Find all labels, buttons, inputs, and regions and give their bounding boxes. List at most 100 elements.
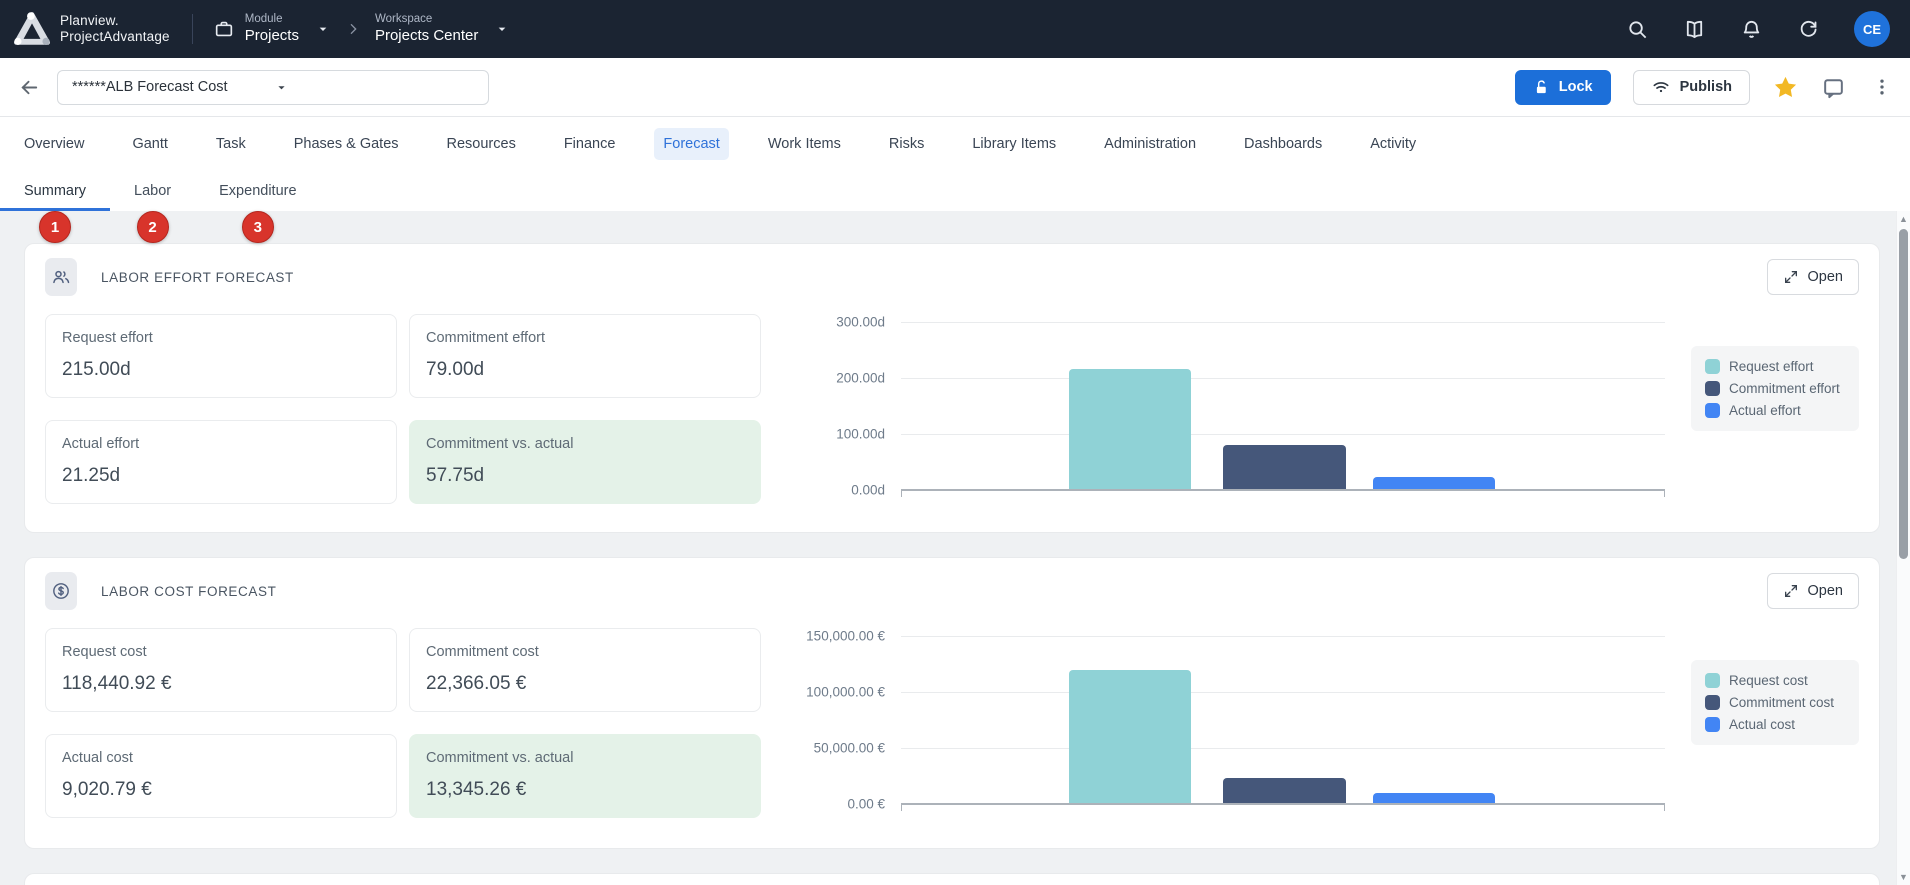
user-avatar[interactable]: CE xyxy=(1854,11,1890,47)
tab-overview[interactable]: Overview xyxy=(0,136,108,152)
refresh-icon[interactable] xyxy=(1797,18,1820,41)
tab-dashboards[interactable]: Dashboards xyxy=(1220,136,1346,152)
stat-tile-commitment-effort: Commitment effort79.00d xyxy=(409,314,761,398)
tab-label: Risks xyxy=(880,128,933,160)
next-card-partial xyxy=(24,873,1880,885)
x-axis-line xyxy=(901,489,1665,491)
bar-commitment-cost xyxy=(1223,778,1345,803)
stat-label: Commitment cost xyxy=(426,644,744,660)
stat-value: 57.75d xyxy=(426,465,744,487)
tab-risks[interactable]: Risks xyxy=(865,136,948,152)
workspace-switcher[interactable]: Workspace Projects Center xyxy=(375,13,510,46)
gridline xyxy=(901,636,1665,637)
y-tick-label: 150,000.00 € xyxy=(806,629,885,644)
labor-cost-forecast-card: LABOR COST FORECAST Open Request cost118… xyxy=(24,557,1880,849)
comments-icon[interactable] xyxy=(1821,75,1846,100)
publish-button[interactable]: Publish xyxy=(1633,70,1750,105)
y-tick-label: 0.00 € xyxy=(847,797,885,812)
scroll-down-icon[interactable]: ▼ xyxy=(1897,872,1910,882)
tab-finance[interactable]: Finance xyxy=(540,136,640,152)
forecast-subtab-bar: Summary1Labor2Expenditure3 xyxy=(0,171,1910,211)
bar-actual-effort xyxy=(1373,477,1495,489)
stat-tile-actual-effort: Actual effort21.25d xyxy=(45,420,397,504)
lock-button[interactable]: Lock xyxy=(1515,70,1611,105)
tab-task[interactable]: Task xyxy=(192,136,270,152)
brand-line2: ProjectAdvantage xyxy=(60,29,170,45)
y-tick-label: 100,000.00 € xyxy=(806,685,885,700)
tab-resources[interactable]: Resources xyxy=(423,136,540,152)
module-switcher[interactable]: Module Projects xyxy=(213,13,331,46)
documentation-book-icon[interactable] xyxy=(1683,18,1706,41)
stat-value: 9,020.79 € xyxy=(62,779,380,801)
y-tick-label: 200.00d xyxy=(836,371,885,386)
gridline xyxy=(901,748,1665,749)
tab-label: Activity xyxy=(1361,128,1425,160)
stat-value: 13,345.26 € xyxy=(426,779,744,801)
scroll-up-icon[interactable]: ▲ xyxy=(1897,214,1910,224)
workspace-value: Projects Center xyxy=(375,27,478,46)
x-axis-line xyxy=(901,803,1665,805)
legend-item-commitment-effort: Commitment effort xyxy=(1705,381,1845,396)
labor-effort-forecast-card: LABOR EFFORT FORECAST Open Request effor… xyxy=(24,243,1880,533)
subtab-label: Expenditure xyxy=(219,183,296,199)
tab-activity[interactable]: Activity xyxy=(1346,136,1440,152)
subtab-expenditure[interactable]: Expenditure3 xyxy=(195,171,320,211)
project-selector[interactable]: ******ALB Forecast Cost xyxy=(57,70,489,105)
legend-item-request-effort: Request effort xyxy=(1705,359,1845,374)
bar-request-effort xyxy=(1069,369,1191,489)
unlock-icon xyxy=(1533,79,1550,96)
tab-work-items[interactable]: Work Items xyxy=(744,136,865,152)
planview-logo[interactable]: Planview. ProjectAdvantage xyxy=(14,11,170,47)
stat-tile-actual-cost: Actual cost 9,020.79 € xyxy=(45,734,397,818)
tab-phases-gates[interactable]: Phases & Gates xyxy=(270,136,423,152)
chart-plot-area xyxy=(901,322,1665,490)
stat-tile-commitment-vs-actual: Commitment vs. actual57.75d xyxy=(409,420,761,504)
module-tab-bar: OverviewGanttTaskPhases & GatesResources… xyxy=(0,117,1910,171)
y-tick-label: 50,000.00 € xyxy=(814,741,885,756)
forecast-summary-content: LABOR EFFORT FORECAST Open Request effor… xyxy=(0,211,1910,885)
module-caret-icon[interactable] xyxy=(315,21,331,37)
top-app-bar: Planview. ProjectAdvantage Module Projec… xyxy=(0,0,1910,58)
publish-button-label: Publish xyxy=(1680,79,1732,95)
kebab-menu-icon[interactable] xyxy=(1872,77,1892,97)
workspace-caret-icon[interactable] xyxy=(494,21,510,37)
cost-bar-chart: 150,000.00 € 100,000.00 € 50,000.00 € 0.00 … xyxy=(785,628,1859,818)
y-tick-label: 0.00d xyxy=(851,483,885,498)
module-label: Module xyxy=(245,13,299,27)
open-cost-widget-button[interactable]: Open xyxy=(1767,573,1859,609)
gridline xyxy=(901,378,1665,379)
open-button-label: Open xyxy=(1808,583,1843,599)
briefcase-icon xyxy=(213,18,235,40)
favorite-star-icon[interactable] xyxy=(1772,74,1799,101)
card-title: LABOR EFFORT FORECAST xyxy=(101,270,294,285)
stat-value: 118,440.92 € xyxy=(62,673,380,695)
search-icon[interactable] xyxy=(1626,18,1649,41)
stat-label: Actual cost xyxy=(62,750,380,766)
gridline xyxy=(901,692,1665,693)
tab-gantt[interactable]: Gantt xyxy=(108,136,191,152)
tab-administration[interactable]: Administration xyxy=(1080,136,1220,152)
chart-plot-area xyxy=(901,636,1665,804)
cost-stats-grid: Request cost118,440.92 €Commitment cost2… xyxy=(45,628,761,818)
gridline xyxy=(901,322,1665,323)
tab-library-items[interactable]: Library Items xyxy=(948,136,1080,152)
divider xyxy=(192,14,193,44)
subtab-labor[interactable]: Labor2 xyxy=(110,171,195,211)
scrollbar-thumb[interactable] xyxy=(1899,229,1908,559)
stat-value: 79.00d xyxy=(426,359,744,381)
legend-label: Request effort xyxy=(1729,359,1814,374)
open-button-label: Open xyxy=(1808,269,1843,285)
legend-item-actual-effort: Actual effort xyxy=(1705,403,1845,418)
notifications-bell-icon[interactable] xyxy=(1740,18,1763,41)
card-title: LABOR COST FORECAST xyxy=(101,584,276,599)
stat-label: Request effort xyxy=(62,330,380,346)
workspace-label: Workspace xyxy=(375,13,478,27)
back-arrow-icon[interactable] xyxy=(18,76,41,99)
legend-label: Actual effort xyxy=(1729,403,1801,418)
vertical-scrollbar[interactable]: ▲ ▼ xyxy=(1896,211,1910,885)
tab-label: Administration xyxy=(1095,128,1205,160)
subtab-summary[interactable]: Summary1 xyxy=(0,171,110,211)
planview-triangle-icon xyxy=(14,11,50,47)
tab-forecast[interactable]: Forecast xyxy=(639,136,743,152)
open-effort-widget-button[interactable]: Open xyxy=(1767,259,1859,295)
